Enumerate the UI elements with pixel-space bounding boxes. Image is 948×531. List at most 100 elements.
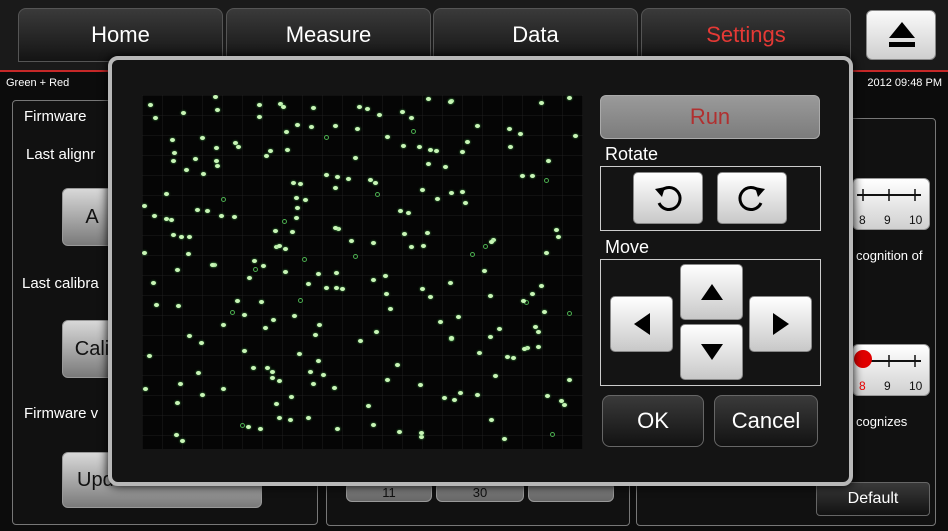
move-up-button[interactable] [680, 264, 743, 320]
ok-button[interactable]: OK [602, 395, 704, 447]
bead-spot [277, 416, 282, 420]
bead-spot [419, 435, 424, 439]
bead-spot [298, 298, 303, 303]
tab-measure[interactable]: Measure [226, 8, 431, 62]
bead-spot [554, 228, 559, 232]
bead-spot [521, 299, 526, 303]
bead-spot [164, 217, 169, 221]
tab-settings[interactable]: Settings [641, 8, 851, 62]
bead-spot [205, 209, 210, 213]
bead-spot [235, 299, 240, 303]
tab-home[interactable]: Home [18, 8, 223, 62]
bead-spot [219, 214, 224, 218]
threshold-slider-1[interactable]: 8 9 10 [852, 178, 930, 230]
rotate-ccw-button[interactable] [633, 172, 703, 224]
bead-spot [298, 182, 303, 186]
move-right-button[interactable] [749, 296, 812, 352]
calibrate-button-label: Cali [74, 337, 110, 360]
bead-spot [174, 433, 179, 437]
bead-spot [371, 278, 376, 282]
bead-spot [151, 281, 156, 285]
bead-spot [333, 186, 338, 190]
tab-measure-label: Measure [285, 22, 372, 47]
bead-spot [324, 173, 329, 177]
move-left-button[interactable] [610, 296, 673, 352]
bead-spot [324, 286, 329, 290]
bead-spot [147, 354, 152, 358]
bead-spot [418, 383, 423, 387]
recognizes-text: cognizes [856, 414, 908, 429]
bead-spot [271, 318, 276, 322]
bead-spot [171, 233, 176, 237]
bead-spot [201, 172, 206, 176]
bead-spot [311, 106, 316, 110]
scale1-tick-9: 9 [884, 213, 891, 227]
scale2-tick-10: 10 [909, 379, 923, 393]
firmware-version-label: Firmware v [24, 405, 99, 422]
move-label: Move [605, 237, 650, 257]
tab-data[interactable]: Data [433, 8, 638, 62]
bead-spot [489, 240, 494, 244]
bead-spot [384, 292, 389, 296]
bead-spot [215, 108, 220, 112]
bead-spot [373, 181, 378, 185]
bead-spot [448, 100, 453, 104]
bead-spot [292, 314, 297, 318]
bead-spot [567, 378, 572, 382]
cancel-button[interactable]: Cancel [714, 395, 818, 447]
arrow-down-icon [700, 344, 723, 360]
bead-spot [395, 363, 400, 367]
bead-spot [321, 373, 326, 377]
bead-spot [511, 356, 516, 360]
default-button-label: Default [847, 490, 899, 507]
bead-spot [428, 295, 433, 299]
bead-spot [265, 366, 270, 370]
default-button[interactable]: Default [816, 482, 930, 516]
bead-spot [420, 287, 425, 291]
bead-spot [259, 300, 264, 304]
bead-spot [302, 257, 307, 262]
bead-spot [536, 330, 541, 334]
threshold-slider-2[interactable]: 8 9 10 [852, 344, 930, 396]
scale2-tick-9: 9 [884, 379, 891, 393]
bead-spot [152, 214, 157, 218]
bead-spot [306, 282, 311, 286]
rotate-cw-button[interactable] [717, 172, 787, 224]
bead-spot [195, 208, 200, 212]
bead-spot [458, 391, 463, 395]
tab-settings-label: Settings [706, 22, 786, 47]
bead-spot [215, 164, 220, 168]
bead-spot [465, 140, 470, 144]
bead-spot [366, 404, 371, 408]
bead-spot [426, 162, 431, 166]
bead-spot [263, 326, 268, 330]
eject-button[interactable] [866, 10, 936, 60]
bead-spot [332, 386, 337, 390]
bead-spot [508, 145, 513, 149]
bead-spot [475, 124, 480, 128]
bead-spot [187, 235, 192, 239]
bead-spot [385, 135, 390, 139]
bead-spot [221, 197, 226, 202]
bead-spot [294, 196, 299, 200]
bead-spot [530, 292, 535, 296]
last-calibration-label: Last calibra [22, 275, 99, 292]
bead-spot [242, 313, 247, 317]
bead-spot [507, 127, 512, 131]
bead-spot [426, 97, 431, 101]
bead-spot [284, 130, 289, 134]
bead-spot [419, 431, 424, 435]
bead-spot [316, 272, 321, 276]
run-button[interactable]: Run [600, 95, 820, 139]
bead-spot [317, 323, 322, 327]
arrow-right-icon [772, 313, 789, 335]
bead-spot [333, 124, 338, 128]
bead-spot [143, 387, 148, 391]
bead-spot [179, 235, 184, 239]
bead-spot [178, 382, 183, 386]
bead-spot [270, 370, 275, 374]
move-down-button[interactable] [680, 324, 743, 380]
bead-spot [148, 103, 153, 107]
bead-spot [383, 274, 388, 278]
bead-spot [522, 347, 527, 351]
